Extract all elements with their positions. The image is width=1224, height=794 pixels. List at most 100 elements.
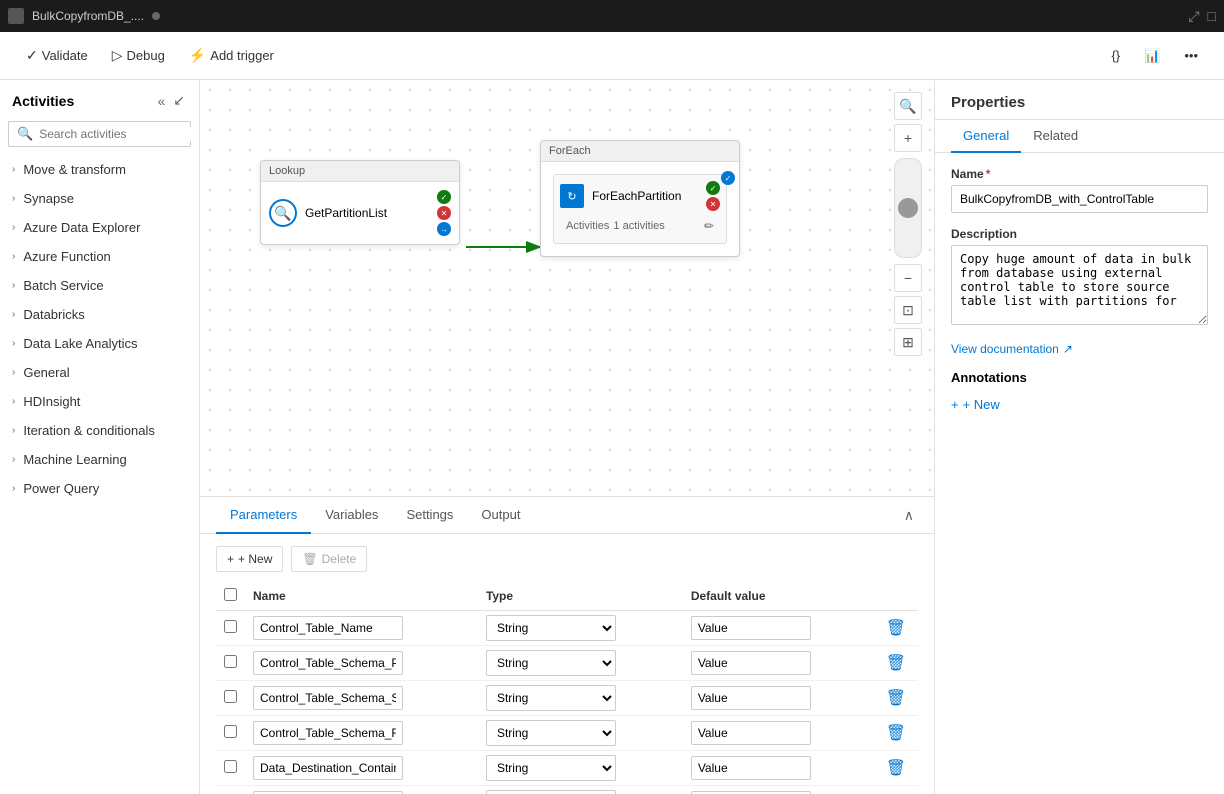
zoom-out-button[interactable]: − xyxy=(894,264,922,292)
edit-icon[interactable]: ✏ xyxy=(704,219,714,233)
fit-view-button[interactable]: ⊡ xyxy=(894,296,922,324)
resize-icon[interactable]: ⤢ xyxy=(1188,8,1199,25)
delete-row-button[interactable]: 🗑 xyxy=(882,721,910,745)
sidebar-item-move-transform[interactable]: › Move & transform xyxy=(0,155,199,184)
delete-row-button[interactable]: 🗑 xyxy=(882,651,910,675)
tab-output[interactable]: Output xyxy=(467,497,534,534)
trash-icon: 🗑 xyxy=(302,552,317,566)
status-check-icon: ✓ xyxy=(437,190,451,204)
sidebar-item-batch-service[interactable]: › Batch Service xyxy=(0,271,199,300)
chevron-right-icon: › xyxy=(12,483,15,494)
activities-label: Activities xyxy=(566,220,609,232)
row-checkbox[interactable] xyxy=(224,620,237,633)
param-type-select[interactable]: String xyxy=(486,650,616,676)
sidebar-item-azure-data-explorer[interactable]: › Azure Data Explorer xyxy=(0,213,199,242)
param-name-input[interactable] xyxy=(253,686,403,710)
foreach-icon: ↻ xyxy=(560,184,584,208)
col-type: Type xyxy=(478,582,683,611)
annotations-field: Annotations + + New xyxy=(951,370,1208,416)
activities-count: Activities 1 activities ✏ xyxy=(560,215,720,237)
view-documentation-link[interactable]: View documentation ↗ xyxy=(951,342,1208,356)
sidebar-item-general[interactable]: › General xyxy=(0,358,199,387)
tab-settings[interactable]: Settings xyxy=(392,497,467,534)
param-name-input[interactable] xyxy=(253,616,403,640)
properties-title: Properties xyxy=(935,80,1224,120)
delete-row-button[interactable]: 🗑 xyxy=(882,616,910,640)
row-checkbox[interactable] xyxy=(224,690,237,703)
validate-button[interactable]: ✓ Validate xyxy=(16,41,98,70)
sidebar-item-power-query[interactable]: › Power Query xyxy=(0,474,199,503)
new-param-button[interactable]: + + New xyxy=(216,546,283,572)
name-field: Name * xyxy=(951,167,1208,213)
delete-param-button[interactable]: 🗑 Delete xyxy=(291,546,367,572)
add-annotation-button[interactable]: + + New xyxy=(951,393,1000,416)
grid-button[interactable]: ⊞ xyxy=(894,328,922,356)
delete-row-button[interactable]: 🗑 xyxy=(882,686,910,710)
properties-tabs: General Related xyxy=(935,120,1224,153)
pin-icon[interactable]: ↙ xyxy=(171,90,187,111)
param-name-input[interactable] xyxy=(253,756,403,780)
lookup-node[interactable]: Lookup 🔍 GetPartitionList ✓ ✕ → xyxy=(260,160,460,245)
chevron-right-icon: › xyxy=(12,193,15,204)
search-box: 🔍 xyxy=(8,121,191,147)
sidebar-item-databricks[interactable]: › Databricks xyxy=(0,300,199,329)
chevron-right-icon: › xyxy=(12,396,15,407)
row-checkbox[interactable] xyxy=(224,655,237,668)
more-button[interactable]: ••• xyxy=(1174,42,1208,69)
table-row: String 🗑 xyxy=(216,786,918,794)
param-type-select[interactable]: String xyxy=(486,720,616,746)
param-value-input[interactable] xyxy=(691,686,811,710)
table-row: String 🗑 xyxy=(216,716,918,751)
sidebar-item-data-lake-analytics[interactable]: › Data Lake Analytics xyxy=(0,329,199,358)
canvas[interactable]: Lookup 🔍 GetPartitionList ✓ ✕ → ForEach xyxy=(200,80,934,496)
foreach-node[interactable]: ForEach ↻ ForEachPartition ✓ ✕ Activi xyxy=(540,140,740,257)
select-all-checkbox[interactable] xyxy=(224,588,237,601)
collapse-bottom-button[interactable]: ∧ xyxy=(900,503,918,528)
param-type-select[interactable]: String xyxy=(486,790,616,794)
sidebar-item-hdinsight[interactable]: › HDInsight xyxy=(0,387,199,416)
sidebar-item-azure-function[interactable]: › Azure Function xyxy=(0,242,199,271)
param-value-input[interactable] xyxy=(691,651,811,675)
sidebar-item-machine-learning[interactable]: › Machine Learning xyxy=(0,445,199,474)
param-value-input[interactable] xyxy=(691,756,811,780)
chevron-right-icon: › xyxy=(12,164,15,175)
table-row: String 🗑 xyxy=(216,646,918,681)
chevron-right-icon: › xyxy=(12,338,15,349)
collapse-icon[interactable]: « xyxy=(155,90,167,111)
params-table: Name Type Default value Strin xyxy=(216,582,918,794)
param-value-input[interactable] xyxy=(691,616,811,640)
table-row: String 🗑 xyxy=(216,681,918,716)
tab-related[interactable]: Related xyxy=(1021,120,1090,153)
param-type-select[interactable]: String xyxy=(486,755,616,781)
plus-icon: + xyxy=(951,397,959,412)
search-canvas-button[interactable]: 🔍 xyxy=(894,92,922,120)
tab-general[interactable]: General xyxy=(951,120,1021,153)
row-checkbox[interactable] xyxy=(224,760,237,773)
param-name-input[interactable] xyxy=(253,651,403,675)
foreach-inner: ↻ ForEachPartition ✓ ✕ Activities 1 acti… xyxy=(553,174,727,244)
sidebar-item-synapse[interactable]: › Synapse xyxy=(0,184,199,213)
monitor-button[interactable]: 📊 xyxy=(1134,42,1170,70)
tab-variables[interactable]: Variables xyxy=(311,497,392,534)
code-button[interactable]: {} xyxy=(1101,42,1130,69)
param-type-select[interactable]: String xyxy=(486,685,616,711)
description-textarea[interactable]: Copy huge amount of data in bulk from da… xyxy=(951,245,1208,325)
delete-row-button[interactable]: 🗑 xyxy=(882,756,910,780)
search-input[interactable] xyxy=(39,127,194,141)
name-input[interactable] xyxy=(951,185,1208,213)
canvas-toolbar-right: 🔍 + − ⊡ ⊞ xyxy=(894,92,922,356)
title-bar-text: BulkCopyfromDB_.... xyxy=(32,9,144,23)
row-checkbox[interactable] xyxy=(224,725,237,738)
add-trigger-button[interactable]: ⚡ Add trigger xyxy=(179,41,284,70)
debug-button[interactable]: ▷ Debug xyxy=(102,41,175,70)
tab-parameters[interactable]: Parameters xyxy=(216,497,311,534)
param-type-select[interactable]: String xyxy=(486,615,616,641)
sidebar-item-iteration-conditionals[interactable]: › Iteration & conditionals xyxy=(0,416,199,445)
param-name-input[interactable] xyxy=(253,721,403,745)
maximize-icon[interactable]: □ xyxy=(1208,8,1216,24)
zoom-in-button[interactable]: + xyxy=(894,124,922,152)
table-row: String 🗑 xyxy=(216,751,918,786)
monitor-icon: 📊 xyxy=(1144,48,1160,64)
param-value-input[interactable] xyxy=(691,721,811,745)
chevron-right-icon: › xyxy=(12,251,15,262)
